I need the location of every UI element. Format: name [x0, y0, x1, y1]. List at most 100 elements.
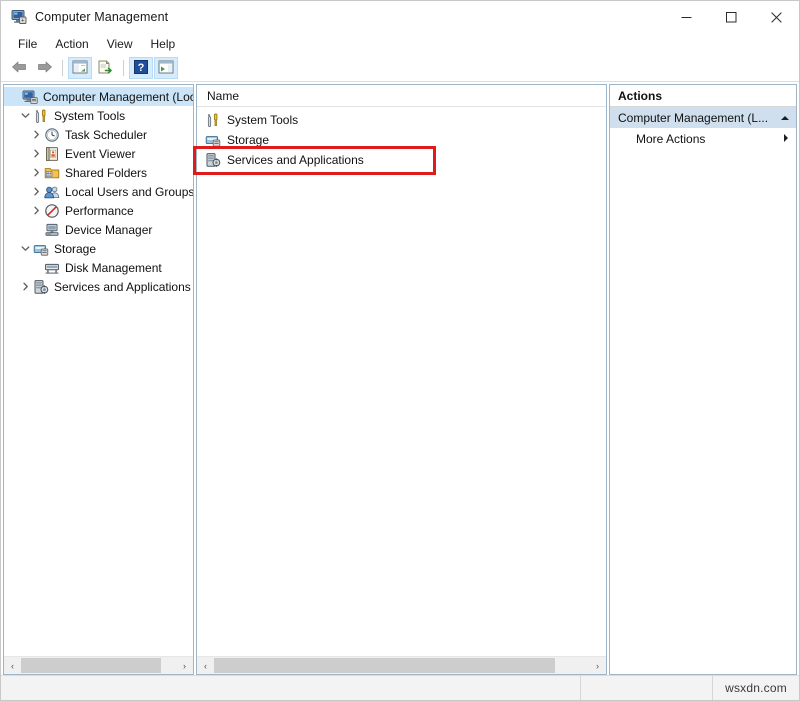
users-group-icon [44, 184, 60, 200]
scroll-right-arrow[interactable]: › [176, 657, 193, 674]
tree-item-services-and-applications[interactable]: Services and Applications [4, 277, 193, 296]
system-tools-icon [33, 108, 49, 124]
services-icon [33, 279, 49, 295]
export-list-button[interactable] [93, 57, 117, 79]
chevron-right-icon[interactable] [28, 201, 44, 220]
actions-pane-header: Actions [610, 85, 796, 107]
action-item-more-actions[interactable]: More Actions [610, 128, 796, 150]
status-segment-middle [581, 676, 713, 700]
storage-icon [205, 132, 221, 148]
tree-item-label: Device Manager [65, 222, 152, 238]
tree-item-disk-management[interactable]: Disk Management [4, 258, 193, 277]
svg-text:+: + [21, 18, 24, 24]
export-list-icon [97, 60, 113, 77]
chevron-right-icon [782, 132, 790, 146]
toolbar-separator [123, 60, 124, 76]
chevron-right-icon[interactable] [17, 277, 33, 296]
actions-pane-body: Computer Management (L... More Actions [610, 107, 796, 674]
tree-horizontal-scrollbar[interactable]: ‹ › [4, 656, 193, 674]
clock-icon [44, 127, 60, 143]
list-item-label: System Tools [227, 113, 298, 127]
chevron-up-icon[interactable] [780, 111, 790, 125]
scroll-left-arrow[interactable]: ‹ [197, 657, 214, 674]
forward-button[interactable] [32, 57, 56, 79]
console-tree-pane: Computer Management (Local [3, 84, 194, 675]
window-controls [664, 1, 799, 33]
chevron-right-icon[interactable] [28, 163, 44, 182]
scroll-thumb[interactable] [21, 658, 161, 673]
list-item-system-tools[interactable]: System Tools [197, 110, 606, 130]
tree-item-label: Local Users and Groups [65, 184, 193, 200]
details-list-body: System Tools [197, 107, 606, 656]
scroll-track[interactable] [21, 657, 176, 674]
twisty-placeholder [28, 220, 44, 239]
menu-action[interactable]: Action [46, 34, 97, 54]
arrow-right-icon [36, 60, 53, 77]
action-group-computer-management[interactable]: Computer Management (L... [610, 107, 796, 128]
actions-pane: Actions Computer Management (L... More A… [609, 84, 797, 675]
scroll-thumb[interactable] [214, 658, 555, 673]
tree-item-label: Storage [54, 241, 96, 257]
list-item-label: Services and Applications [227, 153, 364, 167]
tree-item-task-scheduler[interactable]: Task Scheduler [4, 125, 193, 144]
twisty-placeholder [6, 87, 22, 106]
tree-item-event-viewer[interactable]: Event Viewer [4, 144, 193, 163]
column-header-name[interactable]: Name [197, 88, 239, 104]
tree-item-device-manager[interactable]: Device Manager [4, 220, 193, 239]
menu-file[interactable]: File [9, 34, 46, 54]
system-tools-icon [205, 112, 221, 128]
scroll-track[interactable] [214, 657, 589, 674]
chevron-right-icon[interactable] [28, 182, 44, 201]
details-list: System Tools [197, 107, 606, 170]
performance-icon [44, 203, 60, 219]
chevron-right-icon[interactable] [28, 125, 44, 144]
chevron-right-icon[interactable] [28, 144, 44, 163]
tree-item-label: Event Viewer [65, 146, 135, 162]
scroll-right-arrow[interactable]: › [589, 657, 606, 674]
back-button[interactable] [7, 57, 31, 79]
tree-item-system-tools[interactable]: System Tools [4, 106, 193, 125]
device-manager-icon [44, 222, 60, 238]
console-tree-icon [72, 60, 88, 77]
list-item-storage[interactable]: Storage [197, 130, 606, 150]
tree-item-label: Computer Management (Local [43, 89, 193, 105]
help-question-icon: ? [134, 60, 148, 77]
scroll-left-arrow[interactable]: ‹ [4, 657, 21, 674]
close-button[interactable] [754, 1, 799, 33]
action-group-label: Computer Management (L... [618, 111, 780, 125]
window-title: Computer Management [35, 10, 168, 24]
show-hide-console-tree-button[interactable] [68, 57, 92, 79]
tree-item-computer-management[interactable]: Computer Management (Local [4, 87, 193, 106]
tree-item-label: Services and Applications [54, 279, 191, 295]
tree-item-storage[interactable]: Storage [4, 239, 193, 258]
show-action-pane-button[interactable] [154, 57, 178, 79]
tree-item-shared-folders[interactable]: Shared Folders [4, 163, 193, 182]
chevron-down-icon[interactable] [17, 106, 33, 125]
maximize-button[interactable] [709, 1, 754, 33]
svg-text:?: ? [138, 62, 145, 74]
minimize-button[interactable] [664, 1, 709, 33]
tree-item-label: System Tools [54, 108, 125, 124]
menu-view[interactable]: View [98, 34, 142, 54]
actions-title: Actions [610, 89, 662, 103]
help-button[interactable]: ? [129, 57, 153, 79]
twisty-placeholder [28, 258, 44, 277]
tree-item-label: Disk Management [65, 260, 162, 276]
tree-item-label: Shared Folders [65, 165, 147, 181]
list-item-services-and-applications[interactable]: Services and Applications [197, 150, 606, 170]
list-horizontal-scrollbar[interactable]: ‹ › [197, 656, 606, 674]
status-segment-left [1, 676, 581, 700]
list-column-header: Name [197, 85, 606, 107]
status-bar: wsxdn.com [1, 675, 799, 700]
chevron-down-icon[interactable] [17, 239, 33, 258]
tree-item-local-users-and-groups[interactable]: Local Users and Groups [4, 182, 193, 201]
tree-item-label: Task Scheduler [65, 127, 147, 143]
disk-management-icon [44, 260, 60, 276]
toolbar: ? [1, 55, 799, 82]
tree-item-label: Performance [65, 203, 134, 219]
toolbar-separator [62, 60, 63, 76]
tree-item-performance[interactable]: Performance [4, 201, 193, 220]
menu-help[interactable]: Help [142, 34, 185, 54]
details-list-pane: Name System Tools [196, 84, 607, 675]
menu-bar: File Action View Help [1, 33, 799, 55]
